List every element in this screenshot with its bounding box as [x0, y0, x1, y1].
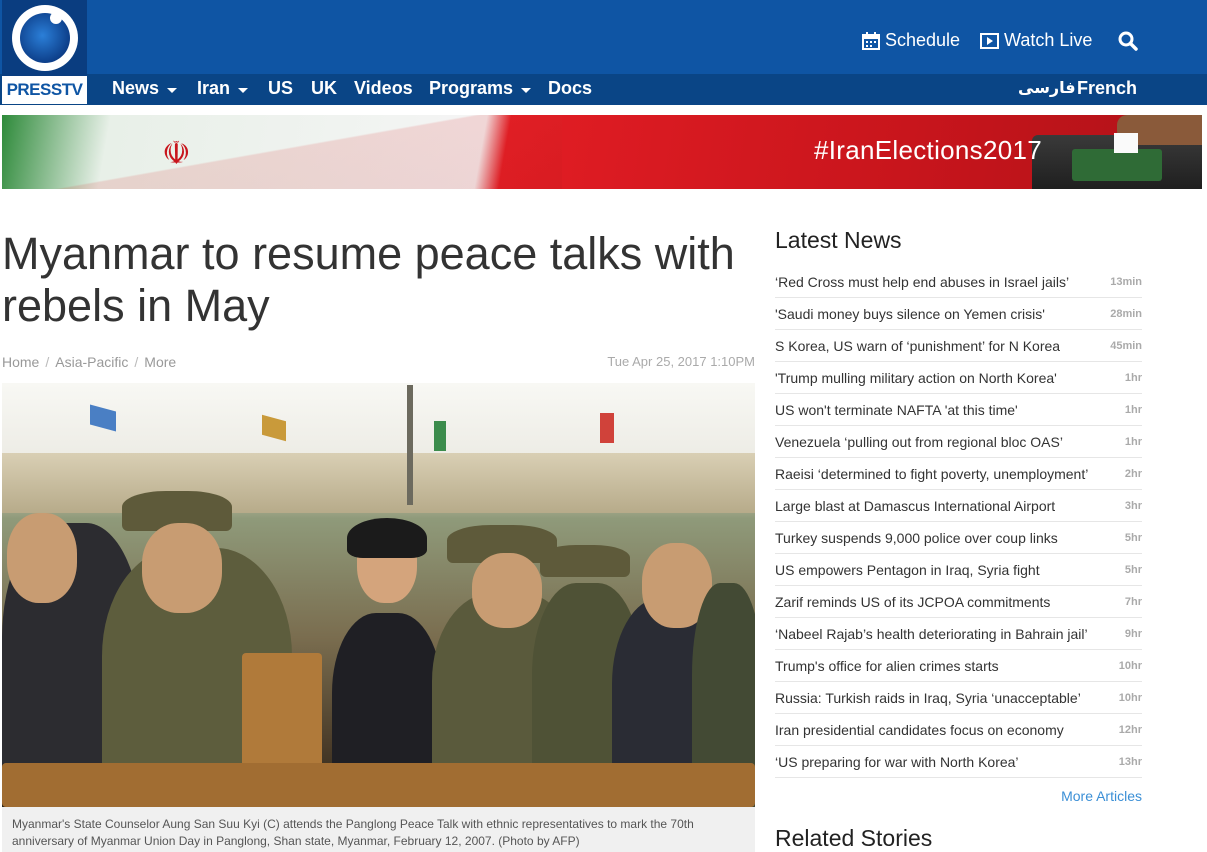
list-item[interactable]: US empowers Pentagon in Iraq, Syria figh…: [775, 554, 1142, 586]
list-item[interactable]: Trump's office for alien crimes starts 10…: [775, 650, 1142, 682]
banner-hashtag: #IranElections2017: [814, 135, 1042, 165]
nav-label: Programs: [429, 78, 514, 98]
related-stories-heading: Related Stories: [775, 825, 933, 851]
nav-item-docs[interactable]: Docs: [548, 78, 592, 99]
language-farsi-link[interactable]: فارسی: [1018, 78, 1076, 98]
logo-text: PRESSTV: [2, 76, 87, 104]
caret-down-icon: [238, 87, 249, 93]
list-item[interactable]: 'Saudi money buys silence on Yemen crisi…: [775, 298, 1142, 330]
list-item[interactable]: Venezuela ‘pulling out from regional blo…: [775, 426, 1142, 458]
nav-label: UK: [311, 78, 337, 98]
search-icon: [1118, 31, 1138, 55]
nav-item-programs[interactable]: Programs: [429, 78, 532, 99]
iran-emblem-icon: ☫: [162, 135, 191, 171]
nav-item-iran[interactable]: Iran: [197, 78, 249, 99]
nav-label: Videos: [354, 78, 413, 98]
article-photo: [2, 383, 755, 807]
breadcrumb-more[interactable]: More: [144, 354, 176, 370]
nav-item-uk[interactable]: UK: [311, 78, 337, 99]
nav-label: News: [112, 78, 160, 98]
caret-down-icon: [521, 87, 532, 93]
list-item[interactable]: US won't terminate NAFTA 'at this time' 1…: [775, 394, 1142, 426]
calendar-icon: [862, 31, 880, 50]
list-item[interactable]: Russia: Turkish raids in Iraq, Syria ‘un…: [775, 682, 1142, 714]
article-title: Myanmar to resume peace talks with rebel…: [2, 228, 735, 331]
schedule-label: Schedule: [885, 30, 961, 50]
list-item[interactable]: Turkey suspends 9,000 police over coup l…: [775, 522, 1142, 554]
caret-down-icon: [167, 87, 178, 93]
nav-label: Iran: [197, 78, 231, 98]
article-date: Tue Apr 25, 2017 1:10PM: [607, 354, 755, 369]
logo-globe-icon: [12, 5, 78, 71]
nav-item-news[interactable]: News: [112, 78, 178, 99]
list-item[interactable]: S Korea, US warn of ‘punishment’ for N K…: [775, 330, 1142, 362]
watch-live-label: Watch Live: [1004, 30, 1093, 50]
breadcrumb: Home / Asia-Pacific / More: [2, 354, 177, 370]
presstv-logo[interactable]: PRESSTV: [2, 0, 87, 104]
list-item[interactable]: ‘US preparing for war with North Korea’ 1…: [775, 746, 1142, 778]
list-item[interactable]: Zarif reminds US of its JCPOA commitment…: [775, 586, 1142, 618]
latest-news-heading: Latest News: [775, 227, 902, 253]
photo-caption: Myanmar's State Counselor Aung San Suu K…: [2, 807, 755, 852]
list-item[interactable]: ‘Nabeel Rajab’s health deteriorating in …: [775, 618, 1142, 650]
nav-label: Docs: [548, 78, 593, 98]
nav-label: US: [268, 78, 294, 98]
language-french-link[interactable]: French: [1077, 78, 1137, 99]
election-banner[interactable]: ☫ #IranElections2017: [2, 115, 1202, 189]
latest-news-list: ‘Red Cross must help end abuses in Israe…: [775, 266, 1142, 778]
schedule-link[interactable]: Schedule: [862, 30, 960, 51]
play-icon: [980, 32, 999, 49]
list-item[interactable]: ‘Red Cross must help end abuses in Israe…: [775, 266, 1142, 298]
language-label: French: [1077, 78, 1138, 98]
watch-live-link[interactable]: Watch Live: [980, 30, 1092, 51]
search-button[interactable]: [1118, 31, 1138, 56]
list-item[interactable]: Large blast at Damascus International Ai…: [775, 490, 1142, 522]
nav-item-videos[interactable]: Videos: [354, 78, 413, 99]
language-label: فارسی: [1018, 80, 1076, 97]
breadcrumb-asia-pacific[interactable]: Asia-Pacific: [55, 354, 128, 370]
list-item[interactable]: 'Trump mulling military action on North …: [775, 362, 1142, 394]
breadcrumb-home[interactable]: Home: [2, 354, 39, 370]
nav-item-us[interactable]: US: [268, 78, 293, 99]
list-item[interactable]: Iran presidential candidates focus on ec…: [775, 714, 1142, 746]
list-item[interactable]: Raeisi ‘determined to fight poverty, une…: [775, 458, 1142, 490]
more-articles-link[interactable]: More Articles: [1000, 788, 1142, 804]
